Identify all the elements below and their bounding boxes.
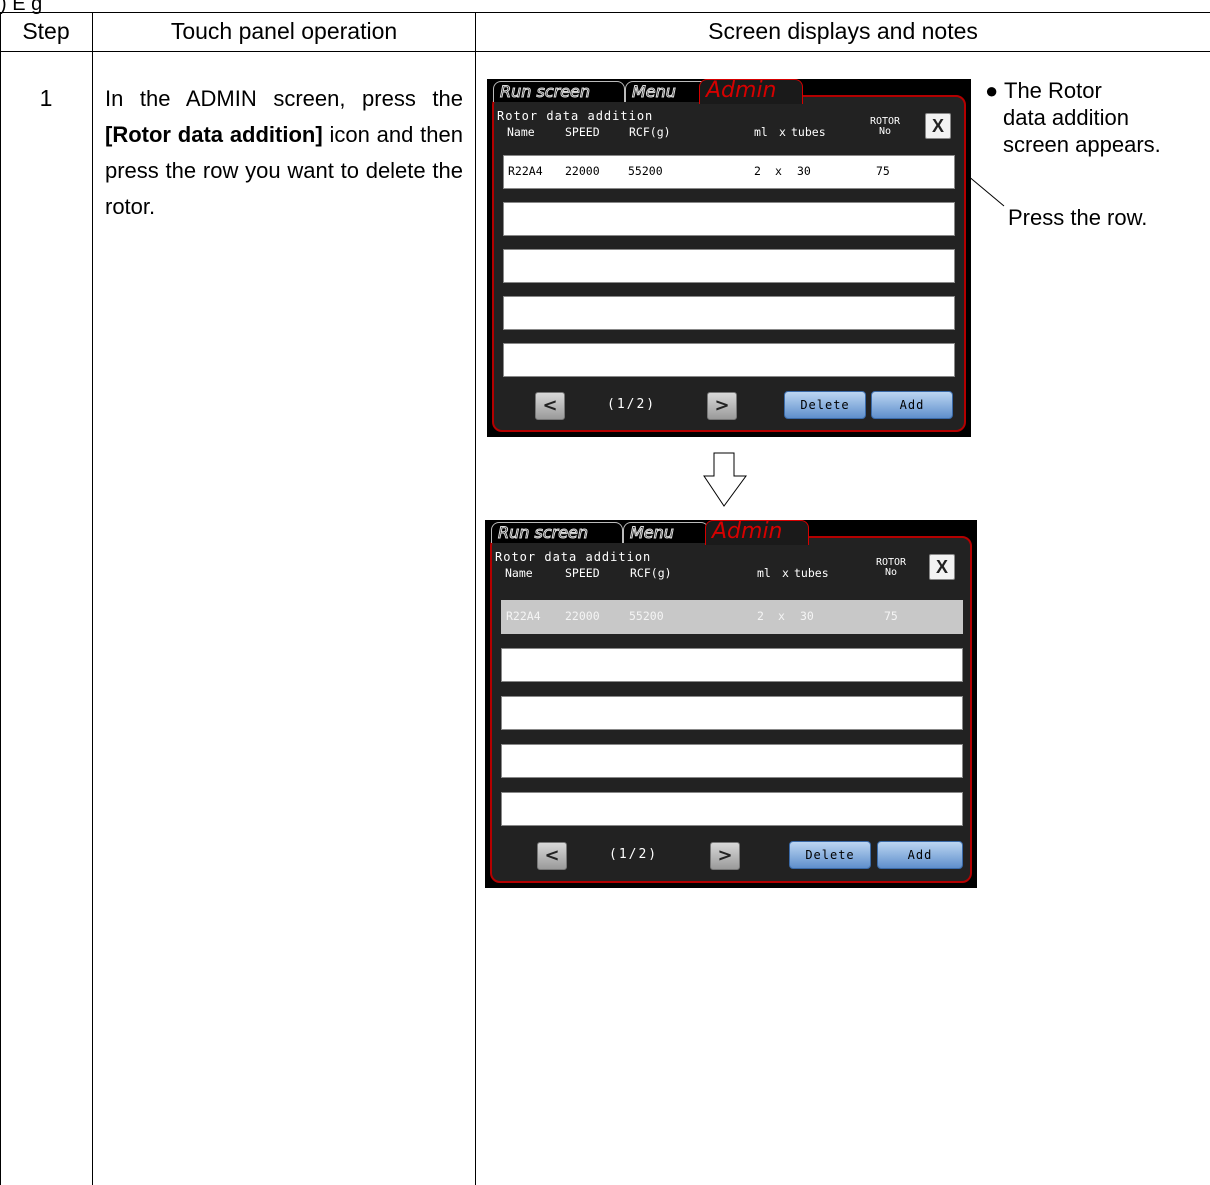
- table-divider-2: [475, 12, 476, 1185]
- table-left-border: [0, 12, 1, 1185]
- row-no: 75: [876, 164, 890, 178]
- tab-run-screen[interactable]: Run screen: [491, 522, 623, 543]
- col-speed: SPEED: [565, 125, 600, 139]
- col-tubes: tubes: [791, 125, 826, 139]
- row-rcf: 55200: [628, 164, 663, 178]
- down-arrow-icon: [703, 452, 747, 507]
- tab-admin[interactable]: Admin: [705, 520, 809, 545]
- note-bullet: ● The Rotor: [985, 78, 1102, 103]
- row-tubes: 30: [800, 609, 814, 623]
- add-button[interactable]: Add: [877, 841, 963, 869]
- table-row[interactable]: [503, 249, 955, 283]
- close-button[interactable]: X: [925, 113, 951, 139]
- col-ml: ml: [754, 125, 768, 139]
- row-x: x: [775, 164, 782, 178]
- row-rcf: 55200: [629, 609, 664, 623]
- table-row[interactable]: [501, 696, 963, 730]
- delete-button[interactable]: Delete: [789, 841, 871, 869]
- col-speed: SPEED: [565, 566, 600, 580]
- panel-screen-after: Run screen Menu Admin Rotor data additio…: [485, 520, 977, 888]
- prev-page-button[interactable]: <: [537, 842, 567, 870]
- col-rcf: RCF(g): [629, 125, 671, 139]
- col-ml: ml: [757, 566, 771, 580]
- step-description: In the ADMIN screen, press the [Rotor da…: [105, 81, 463, 225]
- next-page-button[interactable]: >: [710, 842, 740, 870]
- table-row[interactable]: R22A4 22000 55200 2 x 30 75: [503, 155, 955, 189]
- row-tubes: 30: [797, 164, 811, 178]
- row-name: R22A4: [506, 609, 541, 623]
- table-row[interactable]: [503, 343, 955, 377]
- table-row[interactable]: [503, 202, 955, 236]
- tab-admin[interactable]: Admin: [699, 79, 803, 104]
- step-number: 1: [39, 85, 53, 111]
- table-row[interactable]: [503, 296, 955, 330]
- note-line2: data addition: [1003, 105, 1129, 130]
- table-row[interactable]: [501, 744, 963, 778]
- header-notes: Screen displays and notes: [708, 18, 978, 44]
- close-button[interactable]: X: [929, 554, 955, 580]
- col-tubes: tubes: [794, 566, 829, 580]
- col-no-label: No: [884, 567, 898, 578]
- table-header-border: [0, 51, 1210, 52]
- row-ml: 2: [754, 164, 761, 178]
- header-step: Step: [22, 18, 70, 44]
- row-name: R22A4: [508, 164, 543, 178]
- row-ml: 2: [757, 609, 764, 623]
- desc-text-1: In the ADMIN screen, press the: [105, 86, 463, 111]
- page-indicator: (1/2): [607, 397, 657, 412]
- next-page-button[interactable]: >: [707, 392, 737, 420]
- header-operation: Touch panel operation: [170, 18, 398, 44]
- col-name: Name: [507, 125, 535, 139]
- col-x: x: [779, 125, 786, 139]
- desc-bold: [Rotor data addition]: [105, 122, 323, 147]
- note-line3: screen appears.: [1003, 132, 1161, 157]
- table-row[interactable]: [501, 648, 963, 682]
- table-divider-1: [92, 12, 93, 1185]
- col-name: Name: [505, 566, 533, 580]
- screen-title: Rotor data addition: [495, 550, 652, 564]
- table-row-selected[interactable]: R22A4 22000 55200 2 x 30 75: [501, 600, 963, 634]
- row-speed: 22000: [565, 609, 600, 623]
- col-no-label: No: [878, 126, 892, 137]
- col-rcf: RCF(g): [630, 566, 672, 580]
- col-rotor: ROTOR No: [863, 117, 907, 137]
- table-row[interactable]: [501, 792, 963, 826]
- prev-page-button[interactable]: <: [535, 392, 565, 420]
- screen-title: Rotor data addition: [497, 109, 654, 123]
- panel-screen-before: Run screen Menu Admin Rotor data additio…: [487, 79, 971, 437]
- delete-button[interactable]: Delete: [784, 391, 866, 419]
- callout-text: Press the row.: [1008, 205, 1148, 230]
- col-rotor: ROTOR No: [869, 558, 913, 578]
- add-button[interactable]: Add: [871, 391, 953, 419]
- row-no: 75: [884, 609, 898, 623]
- tab-menu[interactable]: Menu: [623, 522, 709, 543]
- row-speed: 22000: [565, 164, 600, 178]
- col-x: x: [782, 566, 789, 580]
- page-indicator: (1/2): [609, 847, 659, 862]
- row-x: x: [778, 609, 785, 623]
- tab-run-screen[interactable]: Run screen: [493, 81, 625, 102]
